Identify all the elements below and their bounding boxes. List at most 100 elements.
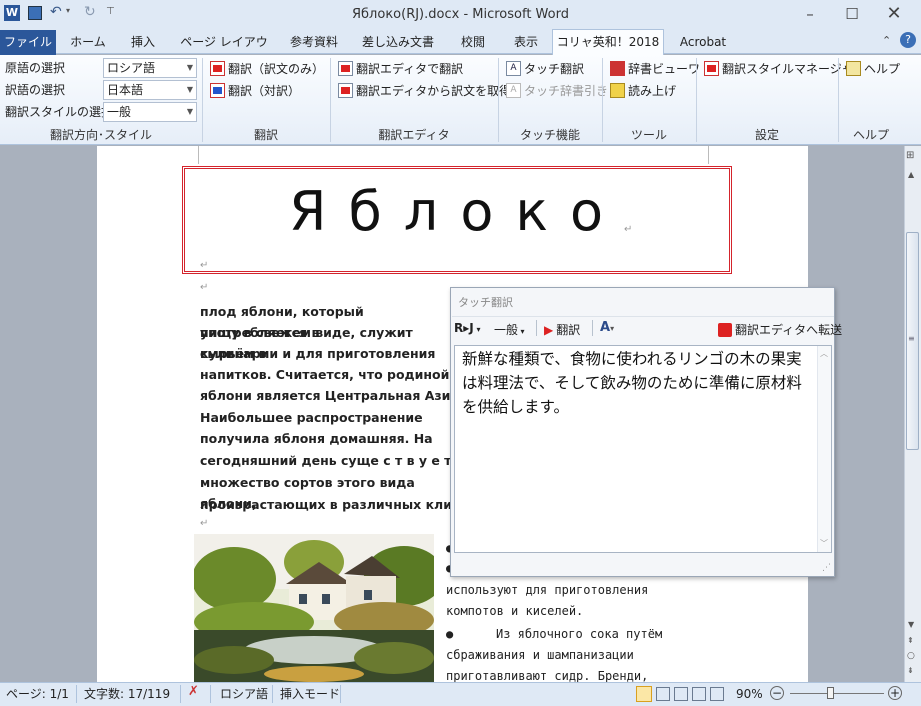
tab-references[interactable]: 参考資料: [282, 32, 346, 54]
group-label-editor: 翻訳エディタ: [378, 128, 450, 142]
tab-mailings[interactable]: 差し込み文書: [356, 32, 440, 54]
scroll-up-icon[interactable]: ▲: [908, 170, 914, 179]
paragraph-mark: ↵: [200, 260, 209, 271]
editor-fetch-button[interactable]: 翻訳エディタから訳文を取得: [338, 80, 511, 100]
bullet-line[interactable]: используют для приготовления: [446, 580, 648, 602]
browse-object-icon[interactable]: ○: [907, 651, 915, 661]
divider: [536, 320, 537, 336]
transfer-to-editor-button[interactable]: 翻訳エディタへ転送: [718, 321, 842, 338]
word-count[interactable]: 文字数: 17/119: [84, 687, 170, 701]
target-language-select[interactable]: 日本語 ▼: [103, 80, 197, 100]
paragraph-line[interactable]: получила яблоня домашняя. На: [200, 428, 470, 449]
bullet-line[interactable]: компотов и киселей.: [446, 601, 583, 623]
close-icon[interactable]: ✕: [880, 4, 908, 24]
ruler-toggle-icon[interactable]: ⊞: [906, 150, 914, 161]
tab-acrobat[interactable]: Acrobat: [672, 32, 734, 54]
editor-translate-button[interactable]: 翻訳エディタで翻訳: [338, 58, 463, 78]
tab-korya-eiwa[interactable]: コリャ英和！2018: [552, 29, 664, 56]
bullet-icon: ●: [446, 627, 454, 641]
bullet-line[interactable]: сбраживания и шампанизации: [446, 645, 634, 667]
document-heading[interactable]: Яблоко: [182, 180, 732, 243]
editor-translate-icon: [338, 60, 353, 76]
resize-grip-icon[interactable]: ⋰: [822, 563, 831, 573]
dictionary-viewer-button[interactable]: 辞書ビューワ: [610, 58, 700, 78]
paragraph-line[interactable]: сегодняшний день суще с т в у е т: [200, 450, 470, 471]
dictionary-viewer-label: 辞書ビューワ: [628, 61, 701, 76]
tab-review[interactable]: 校閲: [452, 32, 494, 54]
tab-home[interactable]: ホーム: [64, 32, 112, 54]
ribbon-help-button[interactable]: ヘルプ: [846, 58, 900, 78]
maximize-icon[interactable]: ☐: [838, 4, 866, 24]
group-label-touch: タッチ機能: [519, 128, 580, 142]
scroll-up-icon[interactable]: ︿: [820, 348, 828, 359]
popup-scrollbar[interactable]: [817, 346, 831, 552]
previous-page-icon[interactable]: ⇞: [907, 636, 914, 645]
scroll-down-icon[interactable]: ▼: [908, 620, 914, 629]
divider: [452, 316, 834, 317]
paragraph-line[interactable]: яблони является Центральная Азия.: [200, 385, 470, 406]
zoom-slider[interactable]: [790, 693, 884, 694]
direction-label: R▸J: [454, 321, 474, 335]
popup-style-button[interactable]: 一般 ▾: [494, 321, 525, 338]
zoom-in-icon[interactable]: +: [888, 686, 902, 700]
touch-translate-button[interactable]: A タッチ翻訳: [506, 58, 584, 78]
insert-mode[interactable]: 挿入モード: [280, 687, 340, 701]
divider: [180, 685, 181, 703]
zoom-level[interactable]: 90%: [736, 687, 763, 701]
style-select[interactable]: 一般 ▼: [103, 102, 197, 122]
bullet-line[interactable]: приготавливают сидр. Бренди,: [446, 666, 648, 682]
page-count[interactable]: ページ: 1/1: [6, 687, 69, 701]
paragraph-line[interactable]: напитков. Считается, что родиной: [200, 364, 470, 385]
tab-page-layout[interactable]: ページ レイアウト: [176, 32, 272, 69]
collapse-ribbon-icon[interactable]: ⌃: [882, 34, 891, 47]
editor-fetch-icon: [338, 82, 353, 98]
margin-mark: [708, 146, 709, 164]
touch-translate-label: タッチ翻訳: [524, 61, 585, 76]
popup-title: タッチ翻訳: [458, 296, 513, 309]
draft-icon[interactable]: [710, 687, 724, 701]
apple-orchard-image[interactable]: [192, 534, 444, 682]
popup-translate-button[interactable]: ▶ 翻訳: [544, 321, 580, 338]
full-screen-reading-icon[interactable]: [656, 687, 670, 701]
source-language-select[interactable]: ロシア語 ▼: [103, 58, 197, 78]
bullet-line[interactable]: Из яблочного сока путём: [496, 624, 662, 646]
translate-only-button[interactable]: 翻訳（訳文のみ）: [210, 58, 324, 78]
direction-button[interactable]: R▸J ▾: [454, 321, 481, 335]
tab-view[interactable]: 表示: [506, 32, 546, 54]
zoom-slider-thumb[interactable]: [827, 687, 834, 699]
style-manager-button[interactable]: 翻訳スタイルマネージャ: [704, 58, 853, 78]
font-size-icon[interactable]: A▾: [600, 320, 614, 335]
divider: [76, 685, 77, 703]
tab-insert[interactable]: 挿入: [120, 32, 166, 54]
language-indicator[interactable]: ロシア語: [220, 687, 268, 701]
touch-dict-button[interactable]: A タッチ辞書引き: [506, 80, 608, 100]
read-aloud-button[interactable]: 読み上げ: [610, 80, 676, 100]
play-icon: ▶: [544, 322, 554, 337]
translate-pair-button[interactable]: 翻訳（対訳）: [210, 80, 300, 100]
translation-result-text: 新鮮な種類で、食物に使われるリンゴの木の果実は料理法で、そして飲み物のために準備…: [462, 350, 802, 416]
paragraph-line[interactable]: произрастающих в различных климатических: [200, 494, 450, 515]
translate-pair-icon: [210, 82, 225, 98]
divider: [210, 685, 211, 703]
zoom-out-icon[interactable]: −: [770, 686, 784, 700]
help-icon[interactable]: ?: [900, 32, 916, 48]
popup-translate-label: 翻訳: [556, 323, 581, 337]
style-label: 翻訳スタイルの選択: [5, 105, 114, 119]
translate-only-label: 翻訳（訳文のみ）: [228, 61, 325, 76]
paragraph-mark: ↵: [624, 224, 633, 235]
next-page-icon[interactable]: ⇟: [907, 666, 914, 675]
scroll-down-icon[interactable]: ﹀: [820, 538, 828, 549]
touch-dict-icon: A: [506, 82, 521, 98]
paragraph-mark: ↵: [200, 518, 209, 529]
popup-style-label: 一般: [494, 323, 519, 337]
chevron-down-icon: ▼: [186, 63, 193, 72]
web-layout-icon[interactable]: [674, 687, 688, 701]
print-layout-icon[interactable]: [636, 686, 652, 702]
touch-dict-label: タッチ辞書引き: [524, 83, 609, 98]
tab-file[interactable]: ファイル: [0, 30, 56, 55]
paragraph-line[interactable]: Наибольшее распространение: [200, 407, 470, 428]
minimize-icon[interactable]: –: [796, 4, 824, 24]
paragraph-line[interactable]: кулинарии и для приготовления: [200, 343, 470, 364]
outline-icon[interactable]: [692, 687, 706, 701]
proofing-error-icon[interactable]: ✗: [188, 685, 199, 699]
